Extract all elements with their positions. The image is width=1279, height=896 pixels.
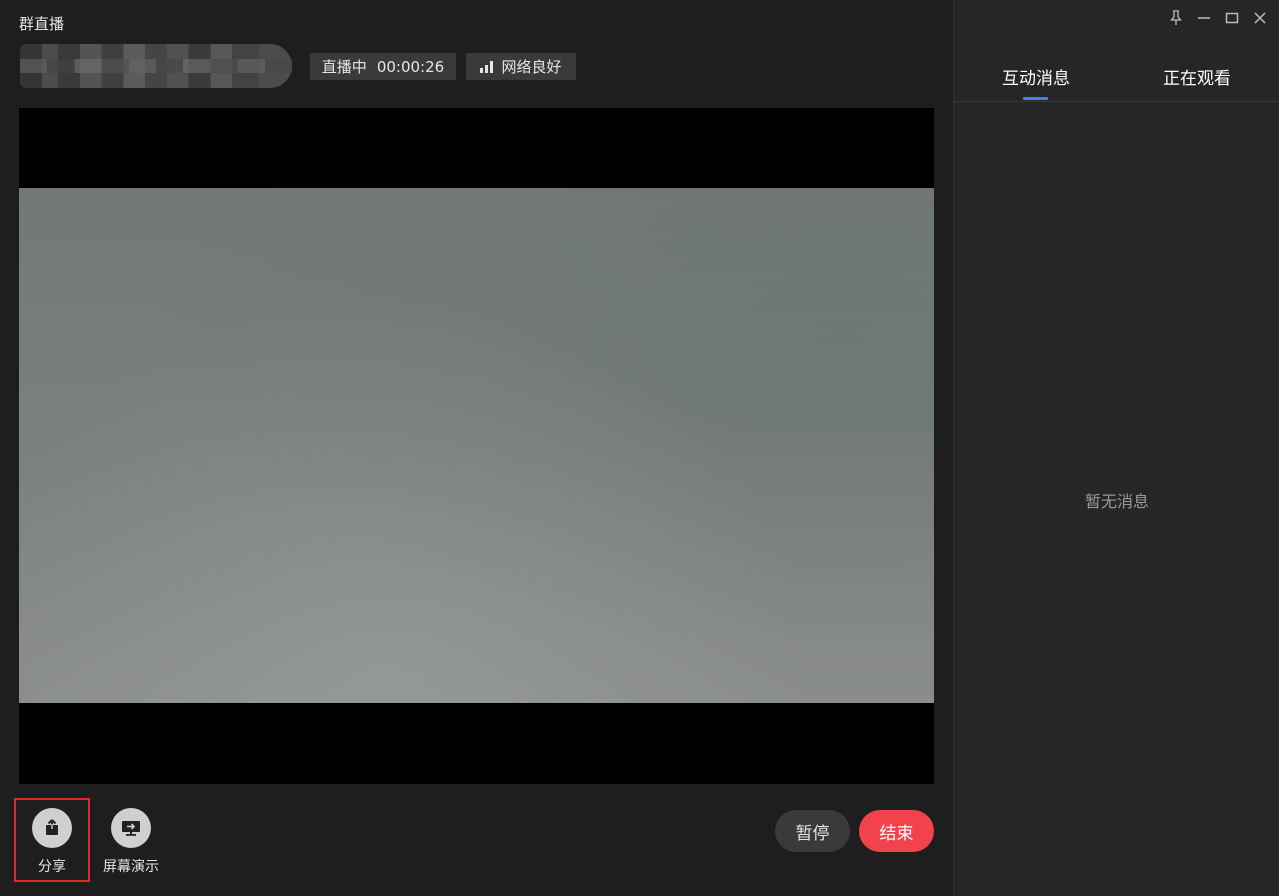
pause-button[interactable]: 暂停 <box>775 810 850 852</box>
share-button[interactable]: 分享 <box>14 798 90 882</box>
live-status-label: 直播中 <box>321 58 367 76</box>
host-name-blurred <box>20 44 292 88</box>
screen-share-label: 屏幕演示 <box>103 859 159 875</box>
tab-viewers[interactable]: 正在观看 <box>1163 64 1231 89</box>
empty-messages-text: 暂无消息 <box>1084 492 1149 511</box>
live-status-badge: 直播中 00:00:26 <box>310 53 456 80</box>
screen-share-button[interactable]: 屏幕演示 <box>93 798 169 882</box>
video-preview <box>19 108 934 784</box>
share-label: 分享 <box>38 859 66 875</box>
signal-bars-icon <box>480 60 494 73</box>
live-timer: 00:00:26 <box>376 57 445 76</box>
end-live-button[interactable]: 结束 <box>859 810 934 852</box>
tab-interactive-messages[interactable]: 互动消息 <box>1002 64 1070 100</box>
side-tabs: 互动消息 正在观看 <box>954 58 1279 102</box>
network-status-badge: 网络良好 <box>466 53 576 80</box>
close-icon[interactable] <box>1252 9 1268 27</box>
app-title: 群直播 <box>19 15 65 33</box>
window-controls <box>1168 9 1268 27</box>
side-panel: 互动消息 正在观看 暂无消息 <box>953 0 1279 896</box>
minimize-icon[interactable] <box>1196 9 1212 27</box>
network-status-label: 网络良好 <box>501 58 562 76</box>
screen-share-icon <box>111 808 151 848</box>
live-main-panel: 群直播 直播中 00:00:26 网络良好 分享 屏幕演示 暂停 结束 <box>0 0 953 896</box>
pin-icon[interactable] <box>1168 9 1184 27</box>
share-upload-icon <box>32 808 72 848</box>
maximize-icon[interactable] <box>1224 9 1240 27</box>
camera-feed <box>19 188 934 703</box>
